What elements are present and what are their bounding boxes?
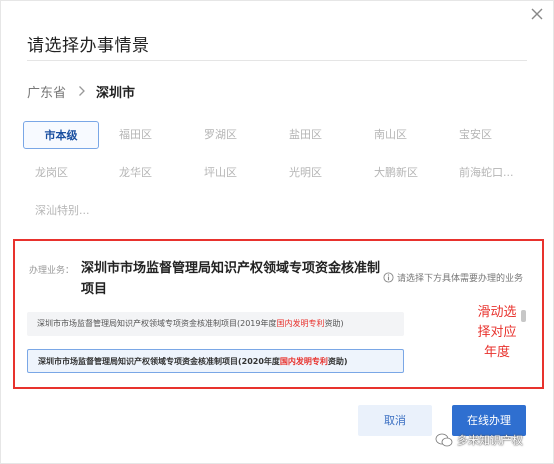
district-longgang[interactable]: 龙岗区 [35,159,68,187]
district-qianhai[interactable]: 前海蛇口... [459,159,514,187]
district-guangming[interactable]: 光明区 [289,159,322,187]
breadcrumb: 广东省 深圳市 [27,81,135,101]
select-scenario-dialog: 请选择办事情景 广东省 深圳市 市本级 福田区 罗湖区 盐田区 南山区 宝安区 … [0,0,554,464]
district-futian[interactable]: 福田区 [119,121,152,149]
close-icon[interactable] [530,7,544,21]
wechat-icon [435,433,453,446]
district-pingshan[interactable]: 坪山区 [204,159,237,187]
business-option-2019[interactable]: 深圳市市场监督管理局知识产权领域专项资金核准制项目(2019年度国内发明专利资助… [27,312,404,336]
business-label: 办理业务： [29,266,75,276]
watermark-text: 多米知识产权 [457,434,523,447]
district-dapeng[interactable]: 大鹏新区 [374,159,418,187]
business-option-2020[interactable]: 深圳市市场监督管理局知识产权领域专项资金核准制项目(2020年度国内发明专利资助… [27,349,404,373]
breadcrumb-city: 深圳市 [96,85,136,101]
option-suffix: 资助) [324,319,344,328]
district-shibenji[interactable]: 市本级 [23,121,99,149]
watermark: 多米知识产权 [435,432,523,448]
scroll-annotation: 滑动选择对应年度 [477,305,517,360]
business-title: 深圳市市场监督管理局知识产权领域专项资金核准制项目 [81,261,381,297]
district-luohu[interactable]: 罗湖区 [204,121,237,149]
business-panel: 办理业务： 深圳市市场监督管理局知识产权领域专项资金核准制项目 请选择下方具体需… [13,239,544,389]
cancel-button[interactable]: 取消 [358,405,432,436]
district-shenshan[interactable]: 深汕特别... [35,197,90,225]
business-hint-text: 请选择下方具体需要办理的业务 [397,274,524,284]
breadcrumb-province[interactable]: 广东省 [27,82,66,101]
chevron-right-icon [78,85,86,97]
option-prefix: 深圳市市场监督管理局知识产权领域专项资金核准制项目(2019年度 [37,319,277,328]
district-nanshan[interactable]: 南山区 [374,121,407,149]
info-icon [383,272,394,283]
dialog-title: 请选择办事情景 [27,36,150,56]
district-yantian[interactable]: 盐田区 [289,121,322,149]
option-highlight: 国内发明专利 [279,357,328,366]
scrollbar-thumb[interactable] [521,310,526,322]
district-longhua[interactable]: 龙华区 [119,159,152,187]
title-divider [27,60,527,61]
option-suffix: 资助) [327,357,348,366]
close-button[interactable] [523,5,551,27]
district-baoan[interactable]: 宝安区 [459,121,492,149]
option-prefix: 深圳市市场监督管理局知识产权领域专项资金核准制项目(2020年度 [38,357,280,366]
option-highlight: 国内发明专利 [276,319,325,328]
business-hint: 请选择下方具体需要办理的业务 [383,271,523,284]
